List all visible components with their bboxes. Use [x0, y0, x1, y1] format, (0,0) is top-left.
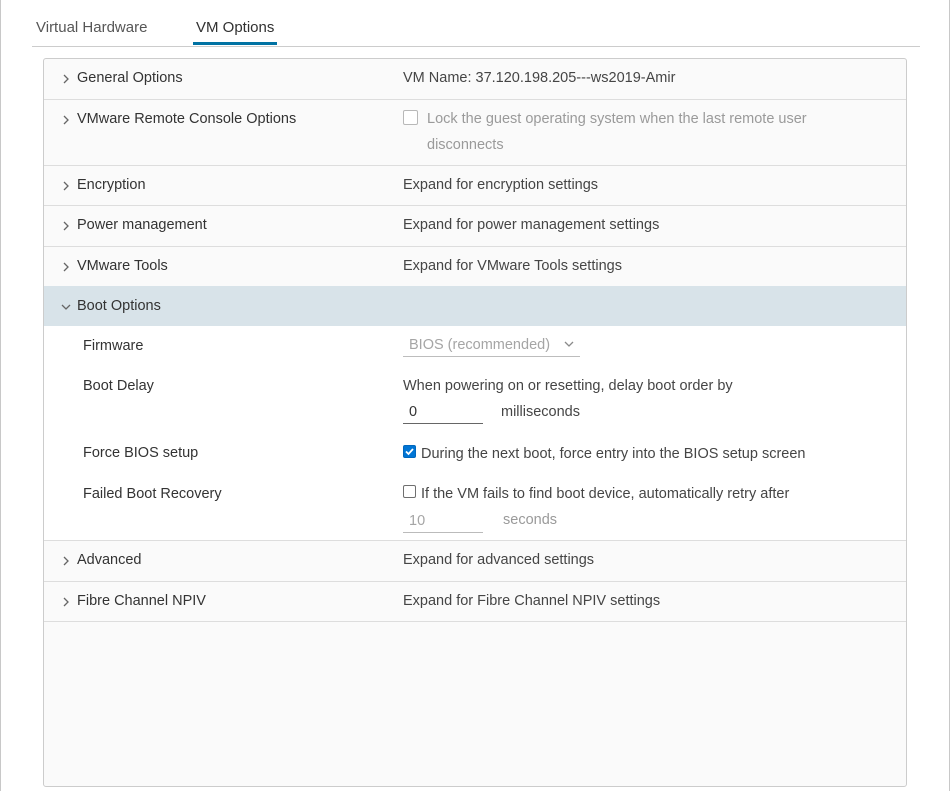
section-label: Power management — [77, 217, 207, 233]
lock-guest-os-checkbox[interactable] — [403, 110, 418, 125]
checkmark-icon — [405, 448, 414, 456]
failed-boot-recovery-row: Failed Boot Recovery If the VM fails to … — [44, 473, 906, 541]
force-bios-row: Force BIOS setup During the next boot, f… — [44, 433, 906, 474]
section-vmware-tools[interactable]: VMware Tools Expand for VMware Tools set… — [44, 246, 906, 287]
chevron-right-icon[interactable] — [59, 72, 73, 86]
section-encryption[interactable]: Encryption Expand for encryption setting… — [44, 165, 906, 206]
chevron-right-icon[interactable] — [59, 179, 73, 193]
encryption-value: Expand for encryption settings — [403, 177, 599, 193]
lock-guest-os-label-line2: disconnects — [427, 137, 504, 153]
chevron-right-icon[interactable] — [59, 595, 73, 609]
chevron-down-icon[interactable] — [59, 300, 73, 314]
chevron-down-icon — [564, 341, 574, 347]
section-boot-options[interactable]: Boot Options — [44, 286, 906, 327]
firmware-select[interactable]: BIOS (recommended) — [403, 333, 580, 357]
chevron-right-icon[interactable] — [59, 113, 73, 127]
power-value: Expand for power management settings — [403, 217, 660, 233]
section-label: Advanced — [77, 552, 142, 568]
force-bios-label: Force BIOS setup — [83, 445, 199, 461]
firmware-selected-value: BIOS (recommended) — [409, 337, 551, 353]
vm-options-panel: General Options VM Name: 37.120.198.205-… — [43, 58, 907, 787]
tab-vm-options[interactable]: VM Options — [193, 0, 278, 45]
boot-delay-text: When powering on or resetting, delay boo… — [403, 378, 733, 394]
lock-guest-os-label-line1: Lock the guest operating system when the… — [427, 111, 807, 127]
section-label: Encryption — [77, 177, 146, 193]
npiv-value: Expand for Fibre Channel NPIV settings — [403, 593, 661, 609]
firmware-label: Firmware — [83, 338, 144, 354]
section-general-options[interactable]: General Options VM Name: 37.120.198.205-… — [44, 59, 906, 100]
section-label: Fibre Channel NPIV — [77, 593, 206, 609]
tab-virtual-hardware[interactable]: Virtual Hardware — [36, 0, 147, 44]
force-bios-text: During the next boot, force entry into t… — [421, 446, 806, 462]
tools-value: Expand for VMware Tools settings — [403, 258, 622, 274]
firmware-row: Firmware BIOS (recommended) — [44, 326, 906, 367]
chevron-right-icon[interactable] — [59, 219, 73, 233]
retry-seconds-input[interactable]: 10 — [403, 509, 483, 533]
advanced-value: Expand for advanced settings — [403, 552, 595, 568]
section-label: Boot Options — [77, 298, 161, 314]
tab-bar: Virtual Hardware VM Options — [32, 0, 920, 47]
retry-seconds-value: 10 — [409, 513, 426, 529]
force-bios-checkbox[interactable] — [403, 445, 416, 458]
chevron-right-icon[interactable] — [59, 260, 73, 274]
failed-boot-recovery-label: Failed Boot Recovery — [83, 486, 222, 502]
boot-delay-unit: milliseconds — [501, 404, 580, 420]
chevron-right-icon[interactable] — [59, 554, 73, 568]
retry-seconds-unit: seconds — [503, 512, 558, 528]
section-label: General Options — [77, 70, 183, 86]
boot-delay-row: Boot Delay When powering on or resetting… — [44, 366, 906, 434]
failed-boot-recovery-text: If the VM fails to find boot device, aut… — [421, 486, 790, 502]
section-power-management[interactable]: Power management Expand for power manage… — [44, 205, 906, 247]
section-remote-console-options[interactable]: VMware Remote Console Options Lock the g… — [44, 99, 906, 166]
boot-delay-label: Boot Delay — [83, 378, 154, 394]
section-advanced[interactable]: Advanced Expand for advanced settings — [44, 540, 906, 582]
boot-delay-input[interactable]: 0 — [403, 400, 483, 424]
vm-name-value: VM Name: 37.120.198.205---ws2019-Amir — [403, 70, 676, 86]
failed-boot-recovery-checkbox[interactable] — [403, 485, 416, 498]
section-label: VMware Tools — [77, 258, 168, 274]
section-fibre-channel-npiv[interactable]: Fibre Channel NPIV Expand for Fibre Chan… — [44, 581, 906, 622]
boot-delay-value: 0 — [409, 404, 418, 420]
section-label: VMware Remote Console Options — [77, 111, 297, 127]
